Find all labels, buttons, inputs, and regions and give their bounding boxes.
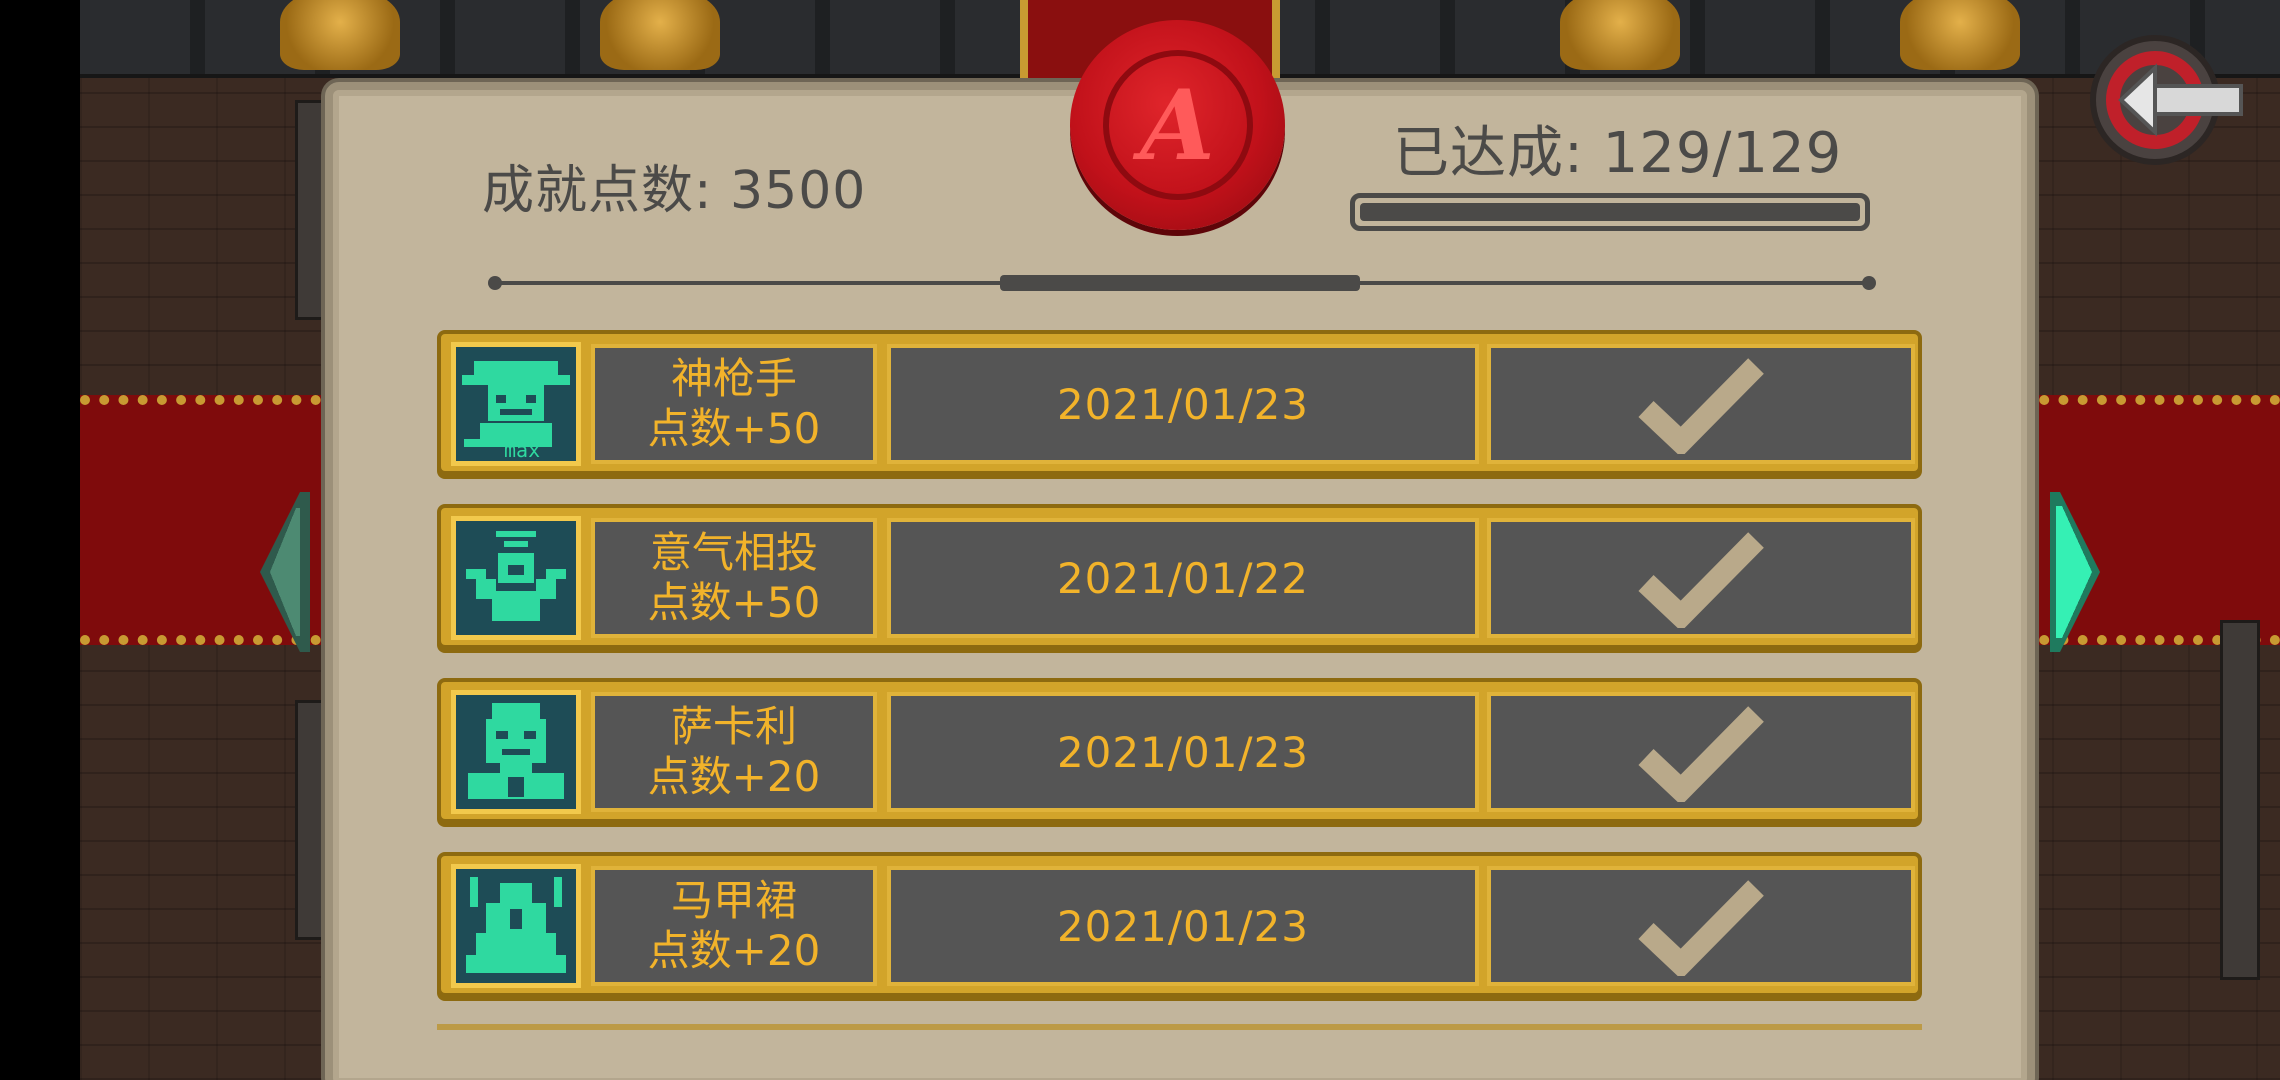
achievement-status bbox=[1487, 518, 1915, 638]
achievement-status bbox=[1487, 692, 1915, 812]
achievement-date: 2021/01/23 bbox=[887, 866, 1479, 986]
achievement-status bbox=[1487, 866, 1915, 986]
achievement-points: 点数+20 bbox=[647, 752, 821, 801]
list-divider bbox=[437, 1024, 1922, 1030]
svg-text:max: max bbox=[504, 438, 540, 461]
prev-page-button[interactable] bbox=[250, 492, 310, 652]
achievement-status bbox=[1487, 344, 1915, 464]
achievement-points-label: 成就点数: 3500 bbox=[482, 161, 867, 221]
achievement-row[interactable]: max 神枪手 点数+50 2021/01/23 bbox=[437, 330, 1922, 475]
completed-count-label: 已达成: 129/129 bbox=[1393, 121, 1843, 186]
harmony-icon bbox=[451, 516, 581, 640]
achievement-name: 马甲裙 bbox=[670, 876, 797, 925]
seal-letter-a-icon: A bbox=[1102, 50, 1253, 200]
crown-decoration bbox=[280, 0, 400, 70]
check-icon bbox=[1638, 358, 1764, 454]
back-button[interactable] bbox=[2085, 28, 2255, 178]
achievement-name: 意气相投 bbox=[649, 528, 818, 577]
check-icon bbox=[1638, 532, 1764, 628]
achievement-points: 点数+50 bbox=[647, 578, 821, 627]
crown-decoration bbox=[600, 0, 720, 70]
achievement-points: 点数+20 bbox=[647, 926, 821, 975]
page-indicator-thumb[interactable] bbox=[1000, 275, 1360, 291]
achievement-name: 萨卡利 bbox=[670, 702, 797, 751]
back-arrow-icon bbox=[2090, 35, 2243, 165]
arrow-left-icon bbox=[260, 492, 310, 652]
achievement-date: 2021/01/23 bbox=[887, 344, 1479, 464]
next-page-button[interactable] bbox=[2050, 492, 2110, 652]
achievement-date: 2021/01/23 bbox=[887, 692, 1479, 812]
completion-progress-bar bbox=[1350, 193, 1870, 231]
wax-seal-icon: A bbox=[1070, 20, 1285, 230]
check-icon bbox=[1638, 880, 1764, 976]
check-icon bbox=[1638, 706, 1764, 802]
achievement-name-box: 神枪手 点数+50 bbox=[591, 344, 877, 464]
achievement-name-box: 萨卡利 点数+20 bbox=[591, 692, 877, 812]
achievement-name-box: 意气相投 点数+50 bbox=[591, 518, 877, 638]
achievement-name-box: 马甲裙 点数+20 bbox=[591, 866, 877, 986]
achievement-row[interactable]: 意气相投 点数+50 2021/01/22 bbox=[437, 504, 1922, 649]
sakary-icon bbox=[451, 690, 581, 814]
arrow-right-icon bbox=[2050, 492, 2100, 652]
pillar bbox=[2220, 620, 2260, 980]
achievement-date: 2021/01/22 bbox=[887, 518, 1479, 638]
vest-dress-icon bbox=[451, 864, 581, 988]
achievement-points: 点数+50 bbox=[647, 404, 821, 453]
achievement-row[interactable]: 萨卡利 点数+20 2021/01/23 bbox=[437, 678, 1922, 823]
progress-fill bbox=[1360, 203, 1860, 221]
gunslinger-icon: max bbox=[451, 342, 581, 466]
achievement-row[interactable]: 马甲裙 点数+20 2021/01/23 bbox=[437, 852, 1922, 997]
crown-decoration bbox=[1560, 0, 1680, 70]
crown-decoration bbox=[1900, 0, 2020, 70]
achievement-name: 神枪手 bbox=[670, 354, 797, 403]
